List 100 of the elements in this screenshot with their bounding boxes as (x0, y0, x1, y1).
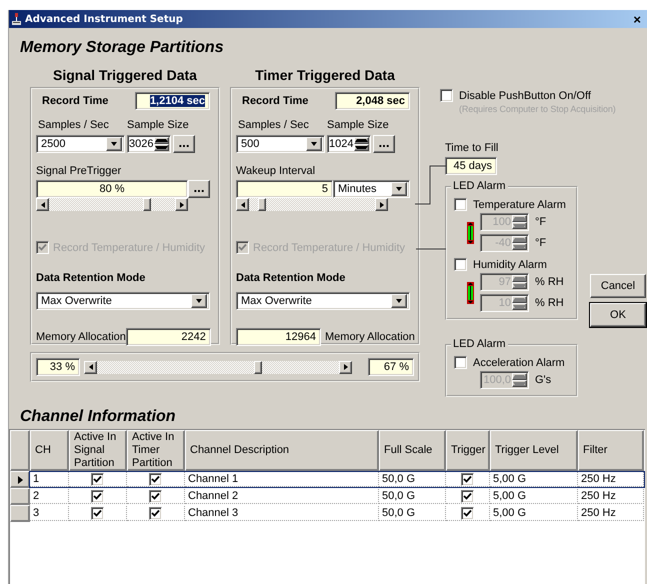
dropdown-button[interactable] (106, 137, 122, 151)
column-header[interactable]: Trigger Level (490, 430, 578, 471)
section-heading: Signal Triggered Data (52, 66, 198, 84)
table-cell: Channel 1 (185, 472, 379, 487)
dropdown-button[interactable] (391, 182, 407, 196)
table-cell: 5,00 G (490, 489, 578, 504)
checkbox[interactable] (461, 472, 474, 486)
text-field[interactable]: 33 % (36, 358, 80, 376)
text-field[interactable]: 80 % (36, 180, 188, 198)
dialog-button[interactable]: OK (590, 303, 646, 327)
text-field[interactable]: 67 % (368, 358, 414, 376)
column-header[interactable]: CH (30, 430, 69, 471)
dropdown[interactable]: 500 (236, 135, 325, 153)
scroll-arrow-button[interactable] (175, 198, 188, 211)
checkbox[interactable] (454, 258, 467, 271)
row-header[interactable] (10, 471, 30, 488)
column-header[interactable]: Active In Timer Partition (127, 430, 185, 471)
number-spinner[interactable]: 1024 (327, 135, 371, 153)
dropdown-button[interactable] (306, 137, 322, 151)
scroll-arrow-button[interactable] (339, 360, 352, 374)
column-header[interactable]: Trigger (446, 430, 490, 471)
table-cell: 250 Hz (578, 506, 644, 521)
table-cell: Channel 3 (185, 506, 379, 521)
field-label: Sample Size (127, 119, 189, 131)
text-field[interactable]: 5 (236, 180, 333, 198)
checkbox-label: Acceleration Alarm (473, 356, 565, 368)
checkbox-label: Disable PushButton On/Off (459, 90, 591, 102)
slider-thumb[interactable] (254, 360, 262, 374)
window-title: Advanced Instrument Setup (25, 14, 183, 24)
text-field[interactable]: 1,2104 sec (135, 92, 210, 110)
checkbox[interactable] (149, 490, 162, 502)
text-field[interactable]: 45 days (445, 157, 497, 175)
spin-buttons[interactable] (512, 373, 527, 387)
slider-thumb[interactable] (258, 198, 266, 211)
table-cell: 250 Hz (578, 472, 644, 487)
field-label: Memory Allocation (36, 331, 126, 343)
checkbox[interactable] (149, 506, 162, 520)
scroll-arrow-button[interactable] (375, 198, 388, 211)
browse-button[interactable]: ... (373, 135, 395, 153)
column-header[interactable]: Active In Signal Partition (69, 430, 127, 471)
field-label: Record Time (42, 95, 108, 107)
table-row[interactable]: 1 Channel 1 50,0 G 5,00 G 250 Hz (29, 471, 645, 488)
slider-thumb[interactable] (143, 198, 152, 211)
dropdown[interactable]: Max Overwrite (36, 292, 210, 310)
unit-label: % RH (535, 276, 564, 288)
field-label: Time to Fill (445, 142, 500, 154)
group-title: LED Alarm (451, 338, 508, 350)
spin-buttons[interactable] (512, 275, 527, 289)
table-cell: 5,00 G (490, 506, 578, 521)
checkbox[interactable] (454, 198, 467, 211)
text-field[interactable]: 2,048 sec (335, 92, 410, 110)
field-label: Samples / Sec (237, 119, 310, 131)
browse-button[interactable]: ... (188, 180, 210, 198)
table-cell: 50,0 G (379, 506, 446, 521)
spin-buttons[interactable] (512, 236, 527, 250)
checkbox[interactable] (91, 506, 104, 520)
column-header[interactable]: Filter (578, 430, 644, 471)
checkbox[interactable] (91, 490, 104, 502)
checkbox[interactable] (454, 356, 467, 369)
field-label: Memory Allocation (325, 331, 415, 343)
checkbox-label: Humidity Alarm (473, 258, 547, 270)
connector-line (414, 166, 446, 204)
number-spinner[interactable]: 3026 (127, 135, 171, 153)
dropdown[interactable]: Max Overwrite (236, 292, 410, 310)
dropdown-button[interactable] (391, 294, 407, 308)
table-cell: 250 Hz (578, 489, 644, 504)
text-field[interactable]: 2242 (126, 328, 211, 346)
close-button[interactable]: × (633, 12, 641, 26)
scroll-arrow-button[interactable] (84, 360, 97, 374)
table-cell: 50,0 G (379, 489, 446, 504)
text-field[interactable]: 12964 (236, 328, 321, 346)
field-label: Data Retention Mode (36, 272, 146, 284)
scroll-arrow-button[interactable] (236, 198, 249, 211)
spin-buttons[interactable] (512, 296, 527, 310)
field-label: Wakeup Interval (236, 165, 316, 177)
spin-buttons[interactable] (354, 137, 370, 151)
table-row[interactable]: 2 Channel 2 50,0 G 5,00 G 250 Hz (29, 488, 645, 505)
checkbox[interactable] (461, 506, 474, 520)
table-row[interactable]: 3 Channel 3 50,0 G 5,00 G 250 Hz (29, 505, 645, 522)
column-header[interactable]: Channel Description (185, 430, 379, 471)
checkbox[interactable] (91, 472, 104, 486)
spin-buttons[interactable] (154, 137, 170, 151)
table-cell: 3 (30, 506, 69, 521)
field-label: Record Time (242, 95, 308, 107)
scroll-arrow-button[interactable] (36, 198, 49, 211)
section-heading: Channel Information (20, 407, 176, 427)
dropdown-button[interactable] (191, 294, 207, 308)
unit-label: % RH (535, 297, 564, 309)
column-header[interactable]: Full Scale (379, 430, 446, 471)
dropdown[interactable]: 2500 (36, 135, 125, 153)
checkbox[interactable] (440, 89, 453, 102)
checkbox[interactable] (461, 490, 474, 502)
checkbox[interactable] (149, 472, 162, 486)
field-label: Samples / Sec (37, 119, 110, 131)
browse-button[interactable]: ... (173, 135, 195, 153)
unit-label: °F (535, 216, 546, 228)
unit-label: G's (535, 374, 552, 386)
dialog-button[interactable]: Cancel (590, 274, 646, 298)
spin-buttons[interactable] (512, 215, 527, 229)
dropdown[interactable]: Minutes (333, 180, 410, 198)
